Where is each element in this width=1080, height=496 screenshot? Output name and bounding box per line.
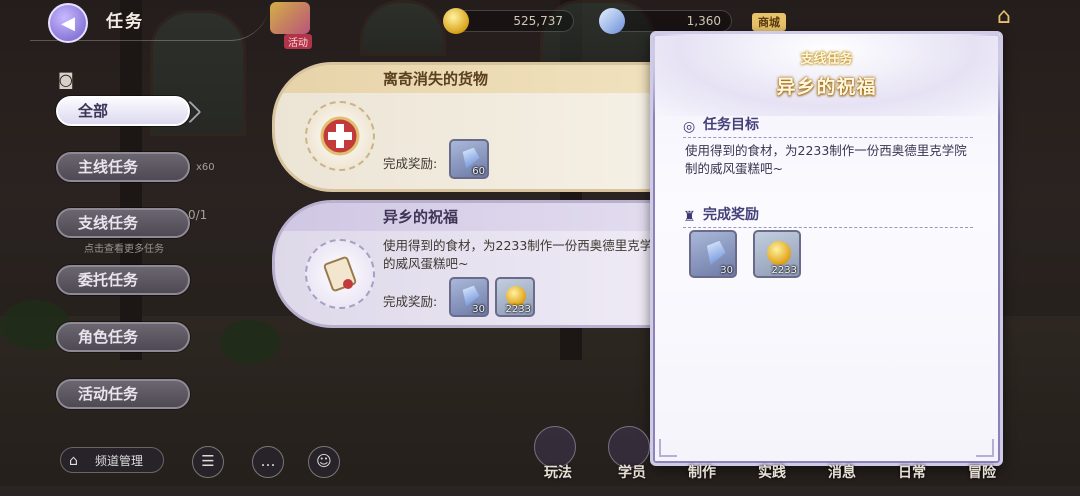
nav-messages[interactable]: 消息 [820, 466, 864, 496]
reward-coin[interactable]: 2233 [753, 230, 801, 278]
reward-qty: 60 [472, 166, 485, 177]
quest-detail-title: 异乡的祝福 [776, 76, 877, 98]
reward-label: 完成奖励: [383, 294, 438, 309]
reward-qty: 30 [472, 304, 485, 315]
crystal-icon [599, 8, 625, 34]
gold-coin-icon [506, 286, 526, 306]
quest-title: 异乡的祝福 [275, 203, 689, 231]
tab-label: 活动任务 [78, 385, 139, 403]
gold-value: 525,737 [513, 14, 563, 28]
panel-corner [976, 439, 994, 457]
bag-icon: ♜ [683, 209, 696, 225]
tab-all[interactable]: 全部 [56, 96, 202, 126]
gold-coin-icon [767, 241, 791, 265]
panel-corner [659, 439, 677, 457]
quest-title: 离奇消失的货物 [275, 65, 689, 93]
gold-counter[interactable]: 525,737 [443, 8, 574, 34]
play-mode-icon[interactable] [534, 426, 576, 468]
reward-crystal[interactable]: 30 [689, 230, 737, 278]
back-arrow-icon: ◀ [61, 12, 75, 34]
objective-text: 使用得到的食材，为2233制作一份西奥德里克学院制的威风蛋糕吧~ [685, 143, 967, 176]
crystal-value: 1,360 [686, 14, 721, 28]
background-hint-text: 点击查看更多任务 [84, 244, 164, 255]
tab-side-quests[interactable]: 支线任务 [56, 208, 190, 238]
tab-label: 支线任务 [78, 214, 139, 232]
background-count-text: 0/1 [188, 208, 208, 222]
home-icon: ⌂ [69, 453, 78, 469]
quest-card[interactable]: 离奇消失的货物 完成奖励: 60 [272, 62, 692, 192]
event-icon[interactable] [270, 2, 310, 34]
nav-students[interactable]: 学员 [610, 466, 654, 496]
tab-label: 角色任务 [78, 328, 139, 346]
tab-main-quests[interactable]: 主线任务 [56, 152, 190, 182]
chat-icon[interactable]: … [252, 446, 284, 478]
reward-heading: ♜ 完成奖励 [683, 204, 973, 228]
tab-character-quests[interactable]: 角色任务 [56, 322, 190, 352]
reward-qty: 2233 [771, 265, 797, 276]
channel-label: 频道管理 [95, 454, 144, 468]
tab-label: 全部 [78, 102, 109, 120]
tab-label: 主线任务 [78, 158, 139, 176]
target-icon: ◎ [683, 119, 696, 135]
reward-crystal[interactable]: 30 [449, 277, 489, 317]
quest-description: 使用得到的食材，为2233制作一份西奥德里克学院制的威风蛋糕吧~ [383, 238, 678, 271]
channel-manage-button[interactable]: ⌂ 频道管理 [60, 447, 164, 473]
nav-craft[interactable]: 制作 [680, 466, 724, 496]
shop-button[interactable]: 商城 [752, 13, 786, 31]
background-x60-text: x60 [196, 162, 215, 173]
tab-label: 委托任务 [78, 271, 139, 289]
objective-heading: ◎ 任务目标 [683, 114, 973, 138]
reward-qty: 30 [720, 265, 733, 276]
camera-icon[interactable]: ◙ [58, 70, 78, 89]
tab-commission-quests[interactable]: 委托任务 [56, 265, 190, 295]
character-icon[interactable]: ☺ [308, 446, 340, 478]
crystal-counter[interactable]: 1,360 [599, 8, 732, 34]
crystal-icon [701, 237, 729, 268]
student-icon[interactable] [608, 426, 650, 468]
reward-qty: 2233 [505, 304, 531, 315]
reward-label: 完成奖励: [383, 156, 438, 171]
reward-crystal[interactable]: 60 [449, 139, 489, 179]
objective-heading-text: 任务目标 [703, 117, 759, 133]
list-icon[interactable]: ☰ [192, 446, 224, 478]
back-button[interactable]: ◀ [48, 3, 88, 43]
nav-play[interactable]: 玩法 [536, 466, 580, 496]
nav-adventure[interactable]: 冒险 [960, 466, 1004, 496]
event-label[interactable]: 活动 [284, 34, 312, 49]
home-icon[interactable]: ⌂ [990, 4, 1018, 32]
quest-emblem-icon [305, 101, 375, 171]
gold-coin-icon [443, 8, 469, 34]
quest-emblem-icon [305, 239, 375, 309]
reward-heading-text: 完成奖励 [703, 207, 759, 223]
quest-detail-panel: 支线任务 异乡的祝福 ◎ 任务目标 使用得到的食材，为2233制作一份西奥德里克学… [650, 31, 1003, 466]
nav-daily[interactable]: 日常 [890, 466, 934, 496]
quest-category: 支线任务 [800, 52, 853, 67]
nav-practice[interactable]: 实践 [750, 466, 794, 496]
reward-coin[interactable]: 2233 [495, 277, 535, 317]
page-title: 任务 [106, 12, 144, 32]
tab-event-quests[interactable]: 活动任务 [56, 379, 190, 409]
quest-card[interactable]: 异乡的祝福 使用得到的食材，为2233制作一份西奥德里克学院制的威风蛋糕吧~ 完… [272, 200, 692, 328]
